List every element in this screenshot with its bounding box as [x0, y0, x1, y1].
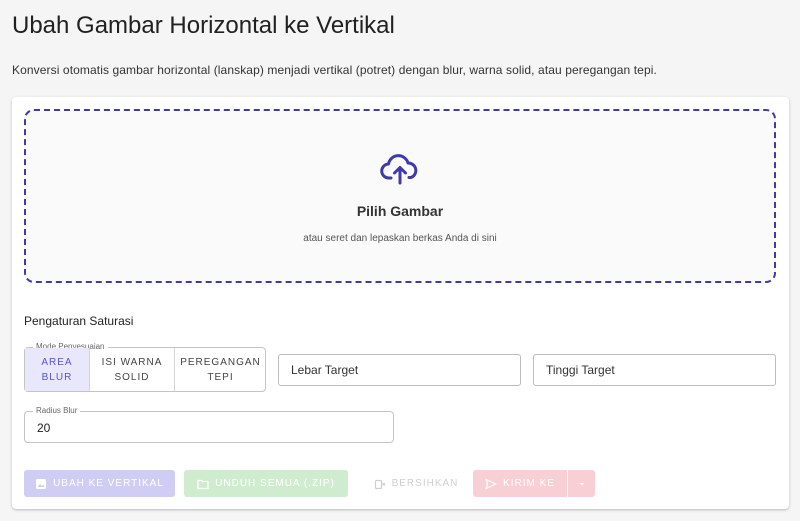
mode-stretch-line2: TEPI: [207, 371, 234, 383]
converter-card: Pilih Gambar atau seret dan lepaskan ber…: [12, 97, 789, 509]
image-icon: [36, 478, 47, 489]
upload-dropzone[interactable]: Pilih Gambar atau seret dan lepaskan ber…: [24, 109, 776, 283]
dropzone-title: Pilih Gambar: [356, 203, 444, 219]
blur-radius-value: 20: [37, 421, 51, 435]
download-label: UNDUH SEMUA (.ZIP): [215, 478, 335, 489]
blur-radius-label: Radius Blur: [33, 406, 81, 416]
mode-blur-line2: BLUR: [41, 371, 73, 383]
mode-edge-stretch-button[interactable]: PEREGANGAN TEPI: [175, 348, 266, 391]
mode-toggle-group: Mode Penyesuaian AREA BLUR ISI WARNA SOLID…: [24, 342, 266, 392]
mode-solid-line2: SOLID: [114, 371, 150, 383]
mode-blur-area-button[interactable]: AREA BLUR: [25, 348, 90, 391]
clear-label: BERSIHKAN: [391, 478, 459, 489]
mode-solid-color-button[interactable]: ISI WARNA SOLID: [90, 348, 175, 391]
download-all-button[interactable]: UNDUH SEMUA (.ZIP): [184, 470, 348, 497]
dropzone-subtitle: atau seret dan lepaskan berkas Anda di s…: [303, 233, 497, 244]
mode-blur-line1: AREA: [41, 356, 73, 368]
mode-solid-line1: ISI WARNA: [101, 356, 163, 368]
convert-vertical-button[interactable]: UBAH KE VERTIKAL: [24, 470, 175, 497]
page-description: Konversi otomatis gambar horizontal (lan…: [12, 63, 657, 77]
page-title: Ubah Gambar Horizontal ke Vertikal: [12, 12, 395, 39]
settings-title: Pengaturan Saturasi: [24, 314, 134, 328]
target-height-input[interactable]: [533, 354, 776, 386]
mode-stretch-line1: PEREGANGAN: [180, 356, 261, 368]
caret-down-icon: [579, 482, 584, 485]
convert-label: UBAH KE VERTIKAL: [53, 478, 164, 489]
send-to-button[interactable]: KIRIM KE: [473, 470, 567, 497]
blur-radius-field[interactable]: Radius Blur 20: [24, 406, 394, 443]
send-to-dropdown-button[interactable]: [568, 470, 595, 497]
target-width-input[interactable]: [278, 354, 521, 386]
folder-zip-icon: [197, 479, 209, 489]
clear-icon: [374, 479, 386, 489]
cloud-upload-icon: [380, 154, 418, 185]
send-label: KIRIM KE: [503, 478, 555, 489]
clear-button[interactable]: BERSIHKAN: [368, 470, 464, 497]
send-icon: [485, 478, 497, 489]
